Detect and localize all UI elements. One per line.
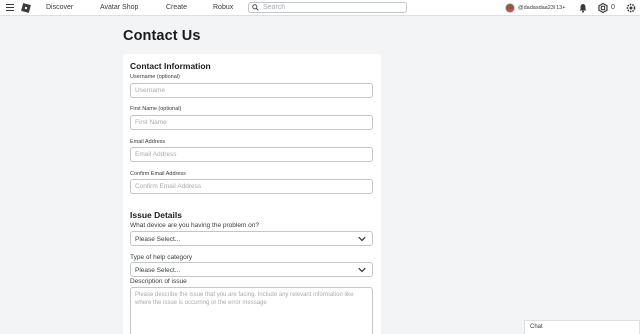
issue-details-heading: Issue Details — [130, 210, 182, 220]
nav-discover[interactable]: Discover — [46, 4, 73, 11]
search-box[interactable] — [248, 2, 407, 13]
chevron-down-icon — [358, 267, 366, 273]
user-profile-link[interactable]: @dadasdaa23l 13+ — [505, 2, 565, 14]
email-label: Email Address — [130, 139, 166, 145]
description-label: Description of issue — [130, 278, 187, 285]
contact-page: Contact Us Contact Information Username … — [123, 28, 381, 334]
age-badge: 13+ — [556, 5, 566, 11]
confirm-email-input[interactable] — [130, 179, 373, 194]
help-category-select-value: Please Select... — [135, 266, 181, 274]
contact-form-card: Contact Information Username (optional) … — [123, 54, 381, 334]
menu-icon[interactable] — [6, 4, 14, 12]
robux-icon[interactable] — [598, 3, 608, 13]
username-input[interactable] — [130, 83, 373, 98]
confirm-email-label: Confirm Email Address — [130, 171, 186, 177]
first-name-input[interactable] — [130, 115, 373, 130]
chevron-down-icon — [358, 236, 366, 242]
help-category-label: Type of help category — [130, 254, 193, 261]
top-navigation-bar: Discover Avatar Shop Create Robux @dadas… — [0, 0, 640, 16]
chat-label: Chat — [530, 324, 543, 330]
help-category-select[interactable]: Please Select... — [130, 262, 373, 277]
roblox-logo-icon[interactable] — [21, 3, 31, 13]
description-textarea[interactable] — [130, 287, 373, 334]
username-label: @dadasdaa23l — [518, 5, 556, 11]
device-label: What device are you having the problem o… — [130, 222, 259, 229]
search-input[interactable] — [263, 3, 403, 12]
page-title: Contact Us — [123, 28, 201, 44]
chat-bar[interactable]: Chat — [524, 320, 640, 334]
username-label: Username (optional) — [130, 74, 180, 80]
email-input[interactable] — [130, 147, 373, 162]
device-select[interactable]: Please Select... — [130, 231, 373, 246]
contact-information-heading: Contact Information — [130, 61, 211, 71]
nav-avatar-shop[interactable]: Avatar Shop — [100, 4, 138, 11]
settings-gear-icon[interactable] — [626, 3, 636, 13]
notifications-bell-icon[interactable] — [578, 3, 588, 13]
device-select-value: Please Select... — [135, 235, 181, 243]
first-name-label: First Name (optional) — [130, 106, 182, 112]
nav-robux[interactable]: Robux — [213, 4, 233, 11]
robux-balance: 0 — [611, 4, 615, 11]
search-icon — [252, 4, 259, 11]
avatar — [505, 3, 515, 13]
nav-create[interactable]: Create — [166, 4, 187, 11]
